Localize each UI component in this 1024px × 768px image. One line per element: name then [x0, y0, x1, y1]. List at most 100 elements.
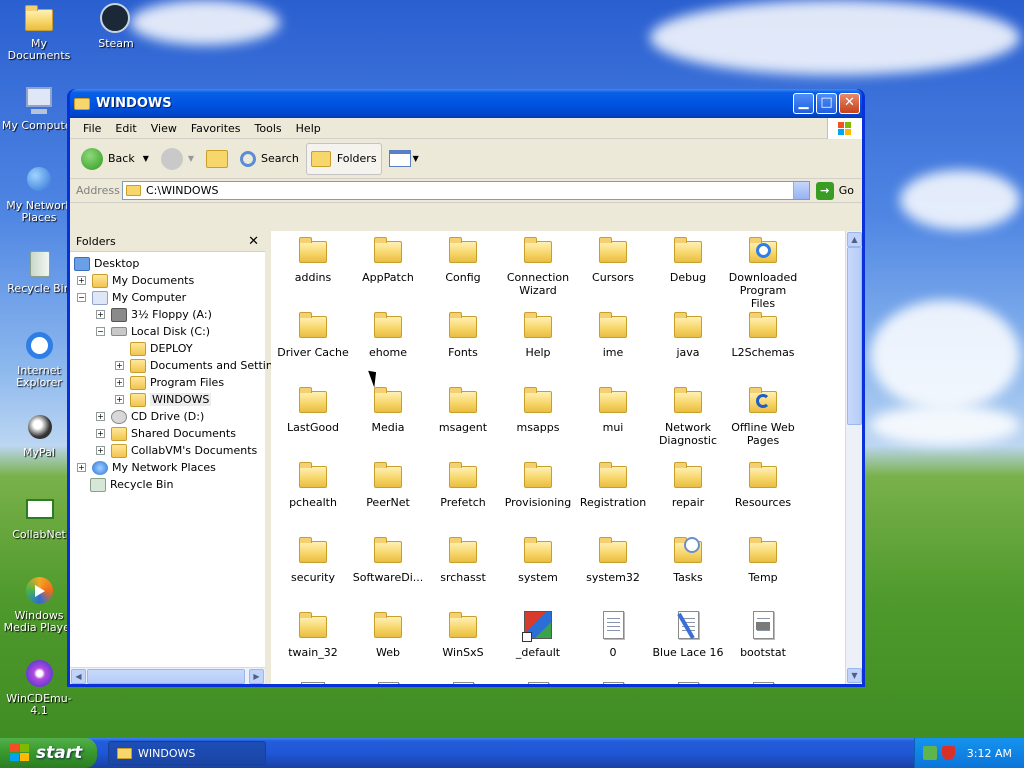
file-item[interactable]: repair	[652, 460, 724, 509]
file-item[interactable]: bootstat	[727, 610, 799, 659]
file-item[interactable]: SoftwareDi...	[352, 535, 424, 584]
folders-button[interactable]: Folders	[305, 142, 382, 175]
file-item[interactable]: Temp	[727, 535, 799, 584]
expand-icon[interactable]: +	[96, 310, 105, 319]
expand-icon[interactable]: +	[115, 395, 124, 404]
views-button[interactable]: ▼	[384, 143, 424, 175]
expand-icon[interactable]: +	[115, 361, 124, 370]
file-item[interactable]: ime	[577, 310, 649, 359]
menu-edit[interactable]: Edit	[108, 120, 143, 137]
security-shield-icon[interactable]	[941, 746, 955, 760]
file-item[interactable]: Web	[352, 610, 424, 659]
minimize-button[interactable]: ▁	[793, 93, 814, 114]
tree-item-documents-and-settings[interactable]: + Documents and Settings	[115, 357, 286, 374]
file-item[interactable]: system32	[577, 535, 649, 584]
tree-item-windows[interactable]: + WINDOWS	[115, 391, 212, 408]
file-item[interactable]: Config	[427, 235, 499, 284]
horizontal-scroll-thumb[interactable]	[87, 669, 245, 684]
file-item[interactable]	[577, 681, 649, 684]
file-item[interactable]: mui	[577, 385, 649, 434]
file-item[interactable]	[427, 681, 499, 684]
file-item[interactable]: msagent	[427, 385, 499, 434]
maximize-button[interactable]: □	[816, 93, 837, 114]
forward-button[interactable]: ▼	[156, 143, 199, 175]
go-button[interactable]: → Go	[815, 181, 854, 200]
file-item[interactable]: Fonts	[427, 310, 499, 359]
contents-vertical-scrollbar[interactable]: ▲ ▼	[845, 231, 862, 684]
scroll-up-arrow-icon[interactable]: ▲	[847, 232, 862, 247]
expand-icon[interactable]: +	[77, 276, 86, 285]
scroll-down-arrow-icon[interactable]: ▼	[847, 668, 862, 683]
file-item[interactable]: java	[652, 310, 724, 359]
file-item[interactable]: Registration	[577, 460, 649, 509]
file-item[interactable]: Downloaded Program Files	[727, 235, 799, 310]
folders-horizontal-scrollbar[interactable]: ◀ ▶	[70, 667, 265, 684]
tree-item-collabvm-documents[interactable]: + CollabVM's Documents	[96, 442, 257, 459]
menu-view[interactable]: View	[144, 120, 184, 137]
search-button[interactable]: Search	[235, 143, 304, 175]
up-button[interactable]	[201, 143, 233, 175]
file-item[interactable]: Cursors	[577, 235, 649, 284]
close-button[interactable]: ✕	[839, 93, 860, 114]
file-item[interactable]: srchasst	[427, 535, 499, 584]
clock[interactable]: 3:12 AM	[967, 747, 1012, 760]
file-item[interactable]: Tasks	[652, 535, 724, 584]
desktop-icon-steam[interactable]: Steam	[77, 3, 155, 50]
scroll-left-arrow-icon[interactable]: ◀	[71, 669, 86, 684]
file-item[interactable]: Media	[352, 385, 424, 434]
tree-item-shared-documents[interactable]: + Shared Documents	[96, 425, 236, 442]
file-item[interactable]: Debug	[652, 235, 724, 284]
title-bar[interactable]: WINDOWS	[70, 89, 862, 118]
expand-icon[interactable]: +	[115, 378, 124, 387]
tree-item-local-disk[interactable]: − Local Disk (C:)	[96, 323, 210, 340]
file-item[interactable]: Network Diagnostic	[652, 385, 724, 447]
file-item[interactable]: Help	[502, 310, 574, 359]
scroll-right-arrow-icon[interactable]: ▶	[249, 669, 264, 684]
menu-tools[interactable]: Tools	[248, 120, 289, 137]
tree-item-program-files[interactable]: + Program Files	[115, 374, 224, 391]
file-item[interactable]: Provisioning	[502, 460, 574, 509]
address-dropdown-button[interactable]	[792, 182, 809, 199]
taskbar-button-windows[interactable]: WINDOWS	[108, 741, 266, 765]
expand-icon[interactable]: +	[96, 446, 105, 455]
tree-item-my-computer[interactable]: − My Computer	[77, 289, 186, 306]
address-field[interactable]: C:\WINDOWS	[122, 181, 810, 200]
file-item[interactable]: L2Schemas	[727, 310, 799, 359]
file-item[interactable]: Driver Cache	[277, 310, 349, 359]
file-item[interactable]	[502, 681, 574, 684]
file-item[interactable]	[652, 681, 724, 684]
menu-favorites[interactable]: Favorites	[184, 120, 248, 137]
start-button[interactable]: start	[0, 738, 97, 768]
file-item[interactable]: system	[502, 535, 574, 584]
tree-item-my-network-places[interactable]: + My Network Places	[77, 459, 216, 476]
file-item[interactable]: ehome	[352, 310, 424, 359]
menu-file[interactable]: File	[76, 120, 108, 137]
vertical-scroll-thumb[interactable]	[847, 247, 862, 425]
file-item[interactable]: _default	[502, 610, 574, 659]
expand-icon[interactable]: +	[96, 429, 105, 438]
file-item[interactable]	[352, 681, 424, 684]
file-item[interactable]: addins	[277, 235, 349, 284]
file-item[interactable]: WinSxS	[427, 610, 499, 659]
collapse-icon[interactable]: −	[77, 293, 86, 302]
file-item[interactable]: Blue Lace 16	[652, 610, 724, 659]
file-item[interactable]: AppPatch	[352, 235, 424, 284]
file-item[interactable]: PeerNet	[352, 460, 424, 509]
file-item[interactable]: Connection Wizard	[502, 235, 574, 297]
tree-item-floppy[interactable]: +3½ Floppy (A:)	[96, 306, 212, 323]
file-item[interactable]: Offline Web Pages	[727, 385, 799, 447]
file-item[interactable]: 0	[577, 610, 649, 659]
back-button[interactable]: Back ▼	[76, 143, 154, 175]
expand-icon[interactable]: +	[77, 463, 86, 472]
file-item[interactable]: LastGood	[277, 385, 349, 434]
expand-icon[interactable]: +	[96, 412, 105, 421]
tree-item-deploy[interactable]: DEPLOY	[130, 340, 193, 357]
desktop-icon-my-documents[interactable]: My Documents	[0, 3, 78, 62]
file-item[interactable]: pchealth	[277, 460, 349, 509]
file-item[interactable]: twain_32	[277, 610, 349, 659]
tree-item-recycle-bin[interactable]: Recycle Bin	[90, 476, 173, 493]
tree-item-my-documents[interactable]: + My Documents	[77, 272, 194, 289]
tree-item-desktop[interactable]: Desktop	[74, 255, 139, 272]
close-pane-icon[interactable]: ✕	[248, 234, 259, 249]
file-item[interactable]	[277, 681, 349, 684]
